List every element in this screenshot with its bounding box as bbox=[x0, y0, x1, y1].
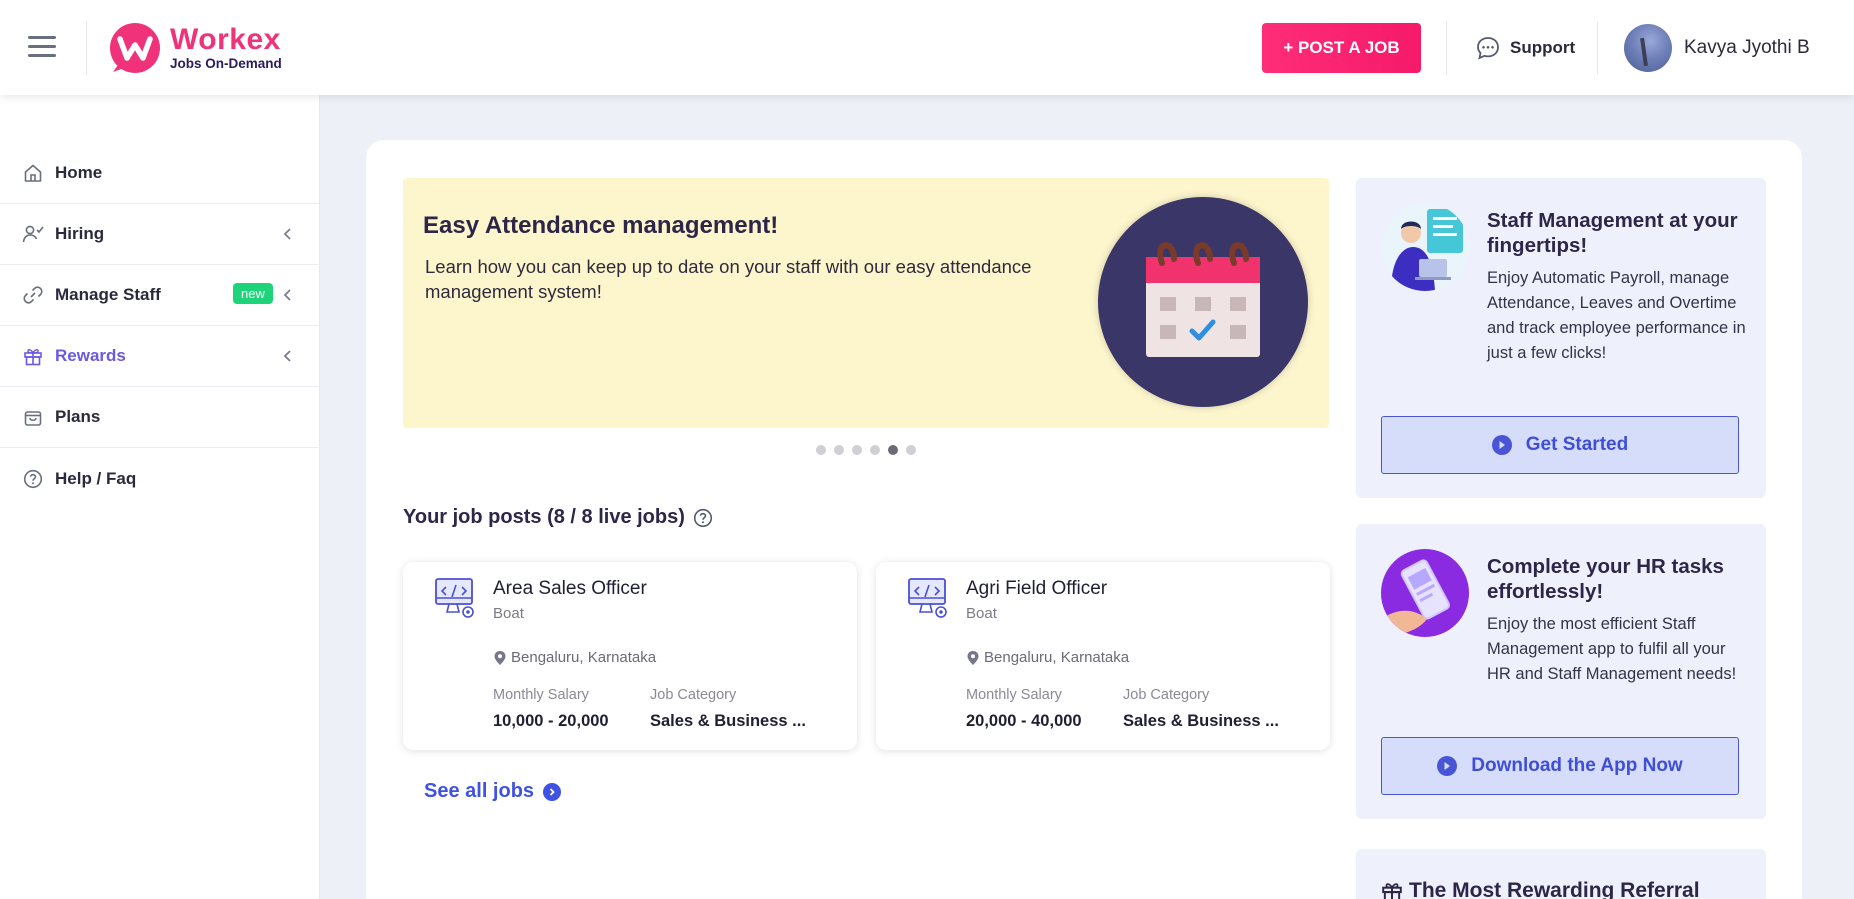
sidebar-item-rewards[interactable]: Rewards bbox=[0, 326, 319, 387]
bag-icon bbox=[22, 406, 44, 428]
brand-tagline: Jobs On-Demand bbox=[170, 56, 282, 72]
chevron-right-icon bbox=[543, 782, 562, 801]
job-location: Bengaluru, Karnataka bbox=[966, 649, 1129, 666]
promo-banner[interactable]: Easy Attendance management! Learn how yo… bbox=[403, 178, 1329, 428]
hiring-icon bbox=[22, 223, 44, 245]
job-company: Boat bbox=[493, 605, 524, 622]
sidebar-item-label: Home bbox=[55, 163, 103, 182]
job-desktop-icon bbox=[435, 578, 474, 618]
brand-logo[interactable]: Workex Jobs On-Demand bbox=[110, 22, 282, 74]
location-pin-icon bbox=[967, 650, 979, 665]
download-app-button[interactable]: Download the App Now bbox=[1381, 737, 1739, 795]
get-started-button[interactable]: Get Started bbox=[1381, 416, 1739, 474]
salary-value: 20,000 - 40,000 bbox=[966, 712, 1082, 730]
carousel-dot[interactable] bbox=[834, 445, 844, 455]
category-label: Job Category bbox=[650, 687, 737, 703]
button-label: Download the App Now bbox=[1471, 755, 1683, 776]
location-pin-icon bbox=[494, 650, 506, 665]
job-title: Area Sales Officer bbox=[493, 578, 647, 599]
category-label: Job Category bbox=[1123, 687, 1210, 703]
carousel-dot-active[interactable] bbox=[888, 445, 898, 455]
staff-illustration bbox=[1381, 203, 1469, 291]
job-title: Agri Field Officer bbox=[966, 578, 1108, 599]
avatar bbox=[1624, 24, 1672, 72]
salary-label: Monthly Salary bbox=[966, 687, 1062, 703]
job-location: Bengaluru, Karnataka bbox=[493, 649, 656, 666]
chevron-left-icon bbox=[283, 289, 291, 301]
chat-bubble-icon bbox=[1477, 37, 1499, 60]
job-desktop-icon bbox=[908, 578, 947, 618]
help-icon bbox=[22, 468, 44, 490]
referral-card: The Most Rewarding Referral bbox=[1356, 849, 1766, 899]
sidebar-item-label: Rewards bbox=[55, 346, 126, 365]
play-icon bbox=[1437, 756, 1458, 776]
job-card[interactable]: Area Sales Officer Boat Bengaluru, Karna… bbox=[403, 562, 857, 750]
chevron-left-icon bbox=[283, 228, 291, 240]
link-icon bbox=[22, 284, 44, 306]
banner-title: Easy Attendance management! bbox=[423, 212, 779, 239]
banner-description: Learn how you can keep up to date on you… bbox=[425, 256, 1032, 302]
carousel-dots bbox=[816, 445, 924, 455]
new-badge: new bbox=[233, 283, 273, 304]
sidebar-item-label: Plans bbox=[55, 407, 101, 426]
carousel-dot[interactable] bbox=[906, 445, 916, 455]
chevron-left-icon bbox=[283, 350, 291, 362]
salary-label: Monthly Salary bbox=[493, 687, 589, 703]
user-profile-menu[interactable]: Kavya Jyothi B bbox=[1624, 24, 1810, 72]
divider bbox=[86, 22, 87, 74]
post-a-job-button[interactable]: + POST A JOB bbox=[1262, 23, 1421, 73]
home-icon bbox=[22, 162, 44, 184]
sidebar-item-label: Manage Staff bbox=[55, 285, 161, 304]
calendar-illustration bbox=[1098, 197, 1308, 407]
sidebar-item-manage-staff[interactable]: Manage Staff new bbox=[0, 265, 319, 326]
referral-title-text: The Most Rewarding Referral bbox=[1409, 879, 1700, 899]
carousel-dot[interactable] bbox=[852, 445, 862, 455]
sidebar-item-label: Help / Faq bbox=[55, 468, 137, 488]
hamburger-menu-icon[interactable] bbox=[28, 36, 56, 58]
job-location-text: Bengaluru, Karnataka bbox=[511, 649, 657, 666]
carousel-dot[interactable] bbox=[816, 445, 826, 455]
job-card[interactable]: Agri Field Officer Boat Bengaluru, Karna… bbox=[876, 562, 1330, 750]
gift-icon bbox=[1382, 883, 1402, 899]
staff-management-card: Staff Management at your fingertips! Enj… bbox=[1356, 178, 1766, 498]
top-bar: Workex Jobs On-Demand + POST A JOB Suppo… bbox=[0, 0, 1854, 95]
sidebar-item-hiring[interactable]: Hiring bbox=[0, 204, 319, 265]
job-posts-title: Your job posts (8 / 8 live jobs) bbox=[403, 506, 685, 528]
divider bbox=[1446, 22, 1447, 74]
promo-title: Complete your HR tasks effortlessly! bbox=[1487, 555, 1724, 603]
see-all-jobs-label: See all jobs bbox=[424, 780, 535, 802]
promo-title: Staff Management at your fingertips! bbox=[1487, 209, 1738, 257]
gift-icon bbox=[22, 345, 44, 367]
sidebar-item-plans[interactable]: Plans bbox=[0, 387, 319, 448]
workex-logo-icon bbox=[110, 23, 160, 73]
play-icon bbox=[1491, 435, 1512, 455]
promo-description: Enjoy the most efficient Staff Managemen… bbox=[1487, 615, 1737, 683]
promo-description: Enjoy Automatic Payroll, manage Attendan… bbox=[1487, 269, 1746, 362]
job-location-text: Bengaluru, Karnataka bbox=[984, 649, 1130, 666]
sidebar-item-home[interactable]: Home bbox=[0, 143, 319, 204]
button-label: Get Started bbox=[1525, 434, 1629, 455]
job-posts-header: Your job posts (8 / 8 live jobs) bbox=[403, 506, 713, 529]
divider bbox=[1597, 22, 1598, 74]
job-company: Boat bbox=[966, 605, 997, 622]
phone-app-illustration bbox=[1381, 549, 1469, 637]
hr-tasks-card: Complete your HR tasks effortlessly! Enj… bbox=[1356, 524, 1766, 819]
see-all-jobs-link[interactable]: See all jobs bbox=[424, 780, 562, 803]
salary-value: 10,000 - 20,000 bbox=[493, 712, 609, 730]
category-value: Sales & Business ... bbox=[1123, 712, 1279, 730]
referral-title: The Most Rewarding Referral bbox=[1381, 879, 1700, 899]
sidebar: Home Hiring Manage Staff new Rewards Pla… bbox=[0, 95, 320, 899]
question-circle-icon[interactable] bbox=[693, 508, 713, 528]
category-value: Sales & Business ... bbox=[650, 712, 806, 730]
support-link[interactable]: Support bbox=[1475, 32, 1575, 64]
sidebar-item-label: Hiring bbox=[55, 224, 105, 243]
support-label: Support bbox=[1510, 38, 1576, 57]
user-name: Kavya Jyothi B bbox=[1684, 37, 1810, 58]
sidebar-item-help-faq[interactable]: Help / Faq bbox=[0, 448, 319, 509]
brand-name: Workex bbox=[170, 23, 281, 57]
carousel-dot[interactable] bbox=[870, 445, 880, 455]
